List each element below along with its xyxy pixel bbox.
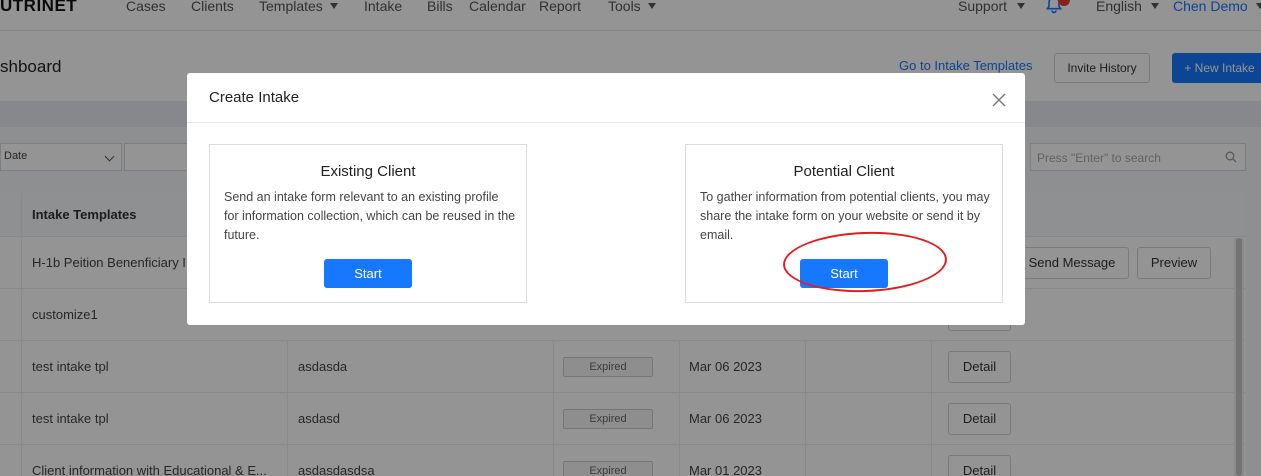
- existing-client-card: Existing Client Send an intake form rele…: [209, 144, 527, 303]
- card-title: Potential Client: [793, 163, 895, 180]
- modal-divider: [187, 122, 1025, 123]
- close-icon[interactable]: [991, 92, 1007, 108]
- existing-client-start-button[interactable]: Start: [324, 259, 412, 288]
- modal-title: Create Intake: [209, 89, 300, 106]
- card-description: Send an intake form relevant to an exist…: [224, 190, 516, 242]
- card-title: Existing Client: [320, 163, 416, 180]
